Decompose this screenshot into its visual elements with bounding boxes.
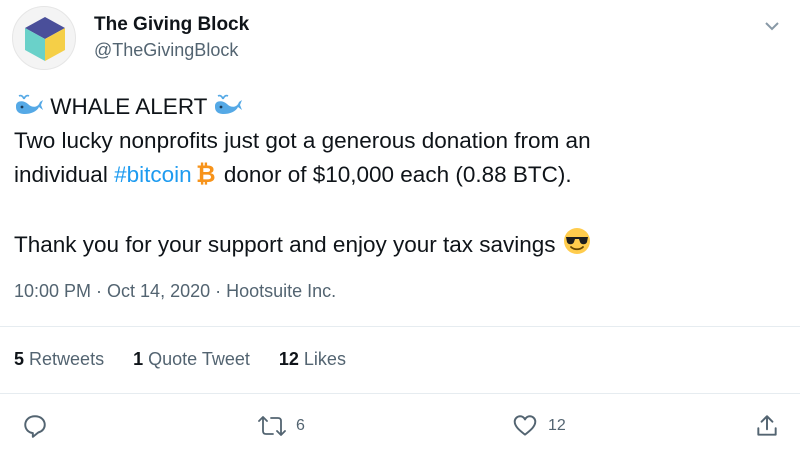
tweet-text-segment: individual bbox=[14, 162, 115, 187]
svg-text:₿: ₿ bbox=[196, 160, 216, 186]
sunglasses-emoji-icon bbox=[563, 228, 590, 254]
reply-icon bbox=[24, 415, 46, 438]
whale-alert-text: WHALE ALERT bbox=[50, 94, 207, 119]
tweet-text: WHALE ALERT Two lucky nonprofits just go… bbox=[14, 90, 784, 260]
meta-separator: · bbox=[210, 281, 227, 301]
whale-icon bbox=[16, 94, 43, 115]
likes-count: 12 bbox=[278, 349, 299, 369]
divider bbox=[0, 393, 800, 394]
account-name[interactable]: The Giving Block bbox=[94, 14, 249, 36]
meta-separator: · bbox=[91, 281, 108, 301]
tweet-line: Two lucky nonprofits just got a generous… bbox=[14, 128, 591, 153]
quotes-count: 1 bbox=[133, 349, 144, 369]
tweet-text-segment: donor of $10,000 each (0.88 BTC). bbox=[217, 162, 572, 187]
retweets-stat[interactable]: 5 Retweets bbox=[14, 349, 104, 370]
tweet-text-segment: Thank you for your support and enjoy you… bbox=[14, 232, 556, 257]
retweet-button[interactable]: 6 bbox=[258, 408, 305, 444]
retweets-count: 5 bbox=[14, 349, 25, 369]
divider bbox=[0, 326, 800, 327]
retweet-icon bbox=[258, 416, 286, 436]
tweet-line: individual #bitcoin ₿ donor of $10,000 ea… bbox=[14, 158, 784, 192]
share-button[interactable] bbox=[754, 408, 780, 444]
account-handle[interactable]: @TheGivingBlock bbox=[94, 40, 238, 61]
tweet-line: WHALE ALERT bbox=[14, 90, 784, 124]
likes-label: Likes bbox=[303, 349, 346, 369]
tweet-actions: 6 12 bbox=[0, 408, 800, 448]
tweet-date[interactable]: Oct 14, 2020 bbox=[107, 281, 210, 301]
tweet-time[interactable]: 10:00 PM bbox=[14, 281, 91, 301]
like-button[interactable]: 12 bbox=[512, 408, 566, 444]
retweets-label: Retweets bbox=[29, 349, 105, 369]
quotes-stat[interactable]: 1 Quote Tweet bbox=[133, 349, 250, 370]
hashtag-link[interactable]: #bitcoin bbox=[114, 162, 192, 187]
whale-icon bbox=[215, 94, 243, 115]
tweet-header: The Giving Block @TheGivingBlock bbox=[12, 6, 788, 70]
avatar[interactable] bbox=[12, 6, 76, 70]
chevron-down-icon[interactable] bbox=[762, 16, 782, 36]
tweet-source[interactable]: Hootsuite Inc. bbox=[226, 281, 336, 301]
share-icon bbox=[757, 415, 777, 436]
like-icon bbox=[513, 415, 537, 436]
retweet-count: 6 bbox=[296, 417, 305, 434]
quotes-label: Quote Tweet bbox=[148, 349, 250, 369]
tweet-line-spacer bbox=[14, 192, 784, 226]
tweet-stats: 5 Retweets 1 Quote Tweet 12 Likes bbox=[14, 349, 370, 370]
tweet-meta: 10:00 PM · Oct 14, 2020 · Hootsuite Inc. bbox=[14, 281, 336, 302]
likes-stat[interactable]: 12 Likes bbox=[279, 349, 346, 370]
logo-cube-icon bbox=[25, 17, 65, 61]
reply-button[interactable] bbox=[22, 408, 48, 444]
bitcoin-icon: ₿ bbox=[196, 160, 216, 186]
like-count: 12 bbox=[548, 417, 566, 434]
tweet-line: Thank you for your support and enjoy you… bbox=[14, 226, 784, 260]
